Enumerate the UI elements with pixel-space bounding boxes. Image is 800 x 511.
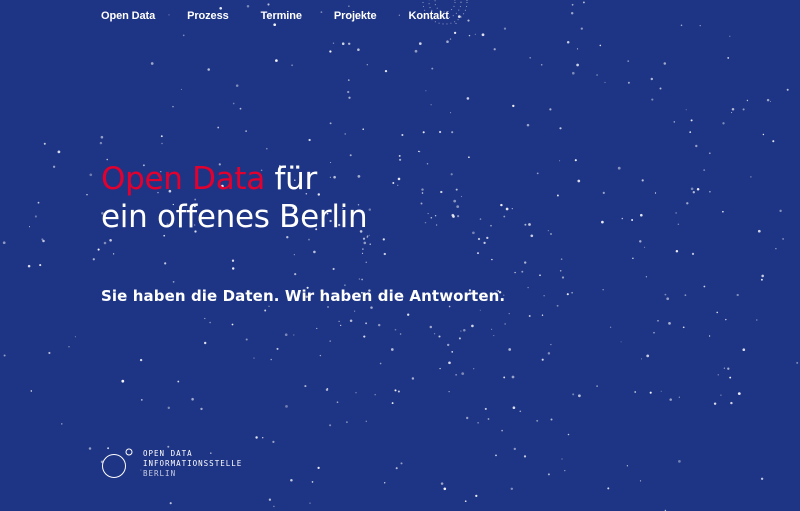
starfield-background [2,0,799,511]
hero-title: Open Data für ein offenes Berlin [101,160,368,236]
logo-text: OPEN DATA INFORMATIONSSTELLE BERLIN [143,449,242,479]
logo-line-1: OPEN DATA [143,449,193,458]
logo-circles-icon [102,448,133,478]
logo-line-3: BERLIN [143,469,177,478]
hero-subtitle: Sie haben die Daten. Wir haben die Antwo… [101,287,506,305]
page: Open Data Prozess Termine Projekte Konta… [0,0,800,511]
nav-item-open-data[interactable]: Open Data [101,10,155,22]
main-navigation: Open Data Prozess Termine Projekte Konta… [101,10,481,22]
nav-item-projekte[interactable]: Projekte [334,10,377,22]
odis-logo[interactable]: OPEN DATA INFORMATIONSSTELLE BERLIN [101,447,271,487]
hero-title-line2: ein offenes Berlin [101,199,368,235]
nav-item-termine[interactable]: Termine [261,10,302,22]
nav-item-kontakt[interactable]: Kontakt [409,10,449,22]
hero-title-accent: Open Data [101,161,265,197]
hero-title-rest: für [264,161,318,197]
logo-line-2: INFORMATIONSSTELLE [143,459,243,468]
nav-item-prozess[interactable]: Prozess [187,10,229,22]
